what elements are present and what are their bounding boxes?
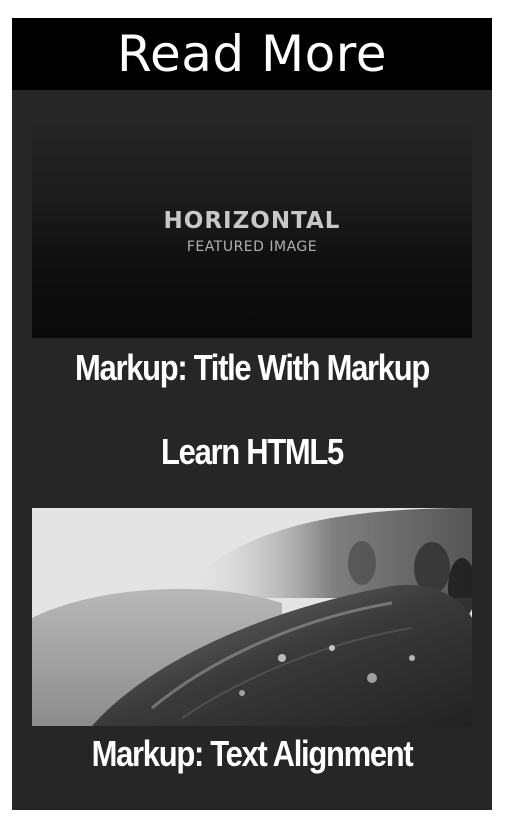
post-title-link[interactable]: Learn HTML5: [54, 434, 450, 470]
post-thumbnail-horizontal-featured[interactable]: HORIZONTAL FEATURED IMAGE: [32, 120, 472, 338]
thumbnail-placeholder-main-text: HORIZONTAL: [163, 208, 341, 234]
read-more-widget: Read More HORIZONTAL FEATURED IMAGE Mark…: [12, 18, 492, 810]
widget-title: Read More: [117, 25, 387, 83]
post-title-link[interactable]: Markup: Text Alignment: [54, 736, 450, 772]
post-thumbnail-photo[interactable]: [32, 508, 472, 726]
thumbnail-placeholder-sub-text: FEATURED IMAGE: [186, 239, 318, 255]
widget-header: Read More: [12, 18, 492, 90]
rusty-metal-photo-image: [32, 508, 472, 726]
post-title-link[interactable]: Markup: Title With Markup: [54, 350, 450, 386]
